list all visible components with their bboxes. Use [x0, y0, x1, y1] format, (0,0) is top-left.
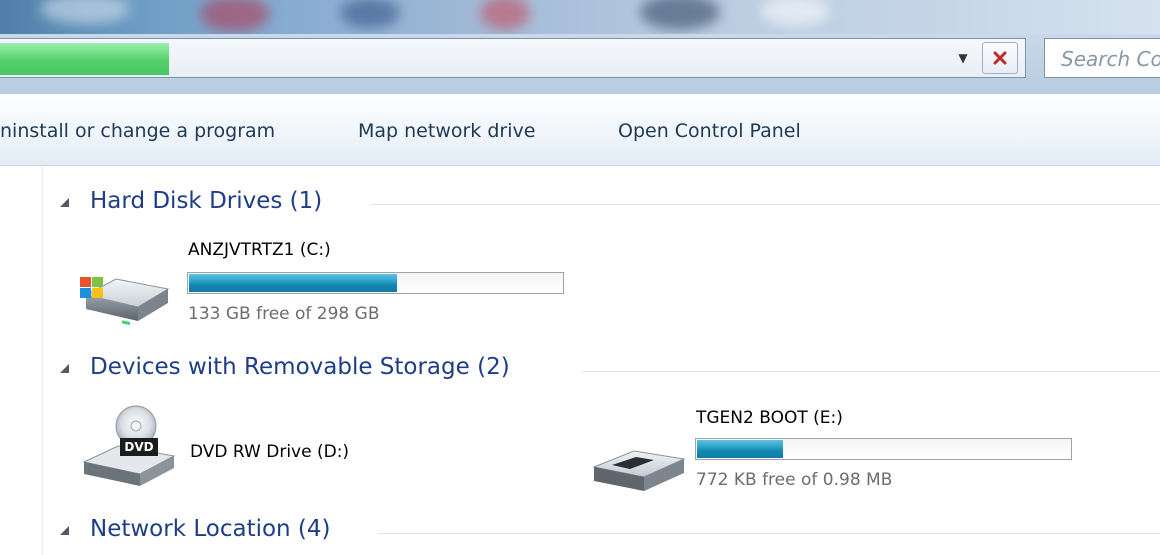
- uninstall-program-button[interactable]: ninstall or change a program: [0, 120, 275, 142]
- desktop-background-strip: [0, 0, 1160, 34]
- group-divider-line: [378, 533, 1160, 534]
- navigation-pane-divider[interactable]: [42, 166, 43, 555]
- search-placeholder: Search Co: [1061, 47, 1160, 71]
- drive-name-c: ANZJVTRTZ1 (C:): [188, 240, 331, 260]
- capacity-bar-c: [187, 272, 564, 294]
- capacity-fill-c: [189, 274, 397, 292]
- group-title-removable: Devices with Removable Storage (2): [90, 354, 510, 380]
- address-load-progress: [0, 43, 170, 75]
- drive-free-space-e: 772 KB free of 0.98 MB: [696, 470, 893, 490]
- collapse-arrow-icon[interactable]: [60, 198, 69, 207]
- command-toolbar: ninstall or change a program Map network…: [0, 96, 1160, 166]
- map-network-drive-button[interactable]: Map network drive: [358, 120, 535, 142]
- group-header-removable[interactable]: Devices with Removable Storage (2): [60, 354, 580, 386]
- dvd-label: DVD: [124, 440, 153, 454]
- close-icon: [993, 51, 1007, 65]
- capacity-bar-e: [695, 438, 1072, 460]
- windows-hard-disk-icon: [80, 277, 170, 326]
- group-divider-line: [370, 204, 1160, 205]
- group-divider-line: [582, 371, 1160, 372]
- drive-free-space-c: 133 GB free of 298 GB: [188, 304, 380, 324]
- address-bar[interactable]: [0, 38, 1026, 78]
- group-header-hard-disk[interactable]: Hard Disk Drives (1): [60, 188, 390, 220]
- search-input[interactable]: Search Co: [1044, 38, 1160, 78]
- group-title-hard-disk: Hard Disk Drives (1): [90, 188, 323, 214]
- collapse-arrow-icon[interactable]: [60, 526, 69, 535]
- group-header-network[interactable]: Network Location (4): [60, 516, 400, 548]
- address-history-dropdown[interactable]: ▼: [948, 44, 978, 72]
- chevron-down-icon: ▼: [958, 51, 968, 65]
- drive-name-d: DVD RW Drive (D:): [190, 442, 350, 462]
- capacity-fill-e: [697, 440, 784, 458]
- stop-loading-button[interactable]: [982, 42, 1018, 74]
- usb-drive-icon: [592, 450, 686, 491]
- drive-name-e: TGEN2 BOOT (E:): [696, 408, 843, 428]
- open-control-panel-button[interactable]: Open Control Panel: [618, 120, 801, 142]
- collapse-arrow-icon[interactable]: [60, 364, 69, 373]
- group-title-network: Network Location (4): [90, 516, 331, 542]
- dvd-drive-icon: DVD: [82, 405, 176, 486]
